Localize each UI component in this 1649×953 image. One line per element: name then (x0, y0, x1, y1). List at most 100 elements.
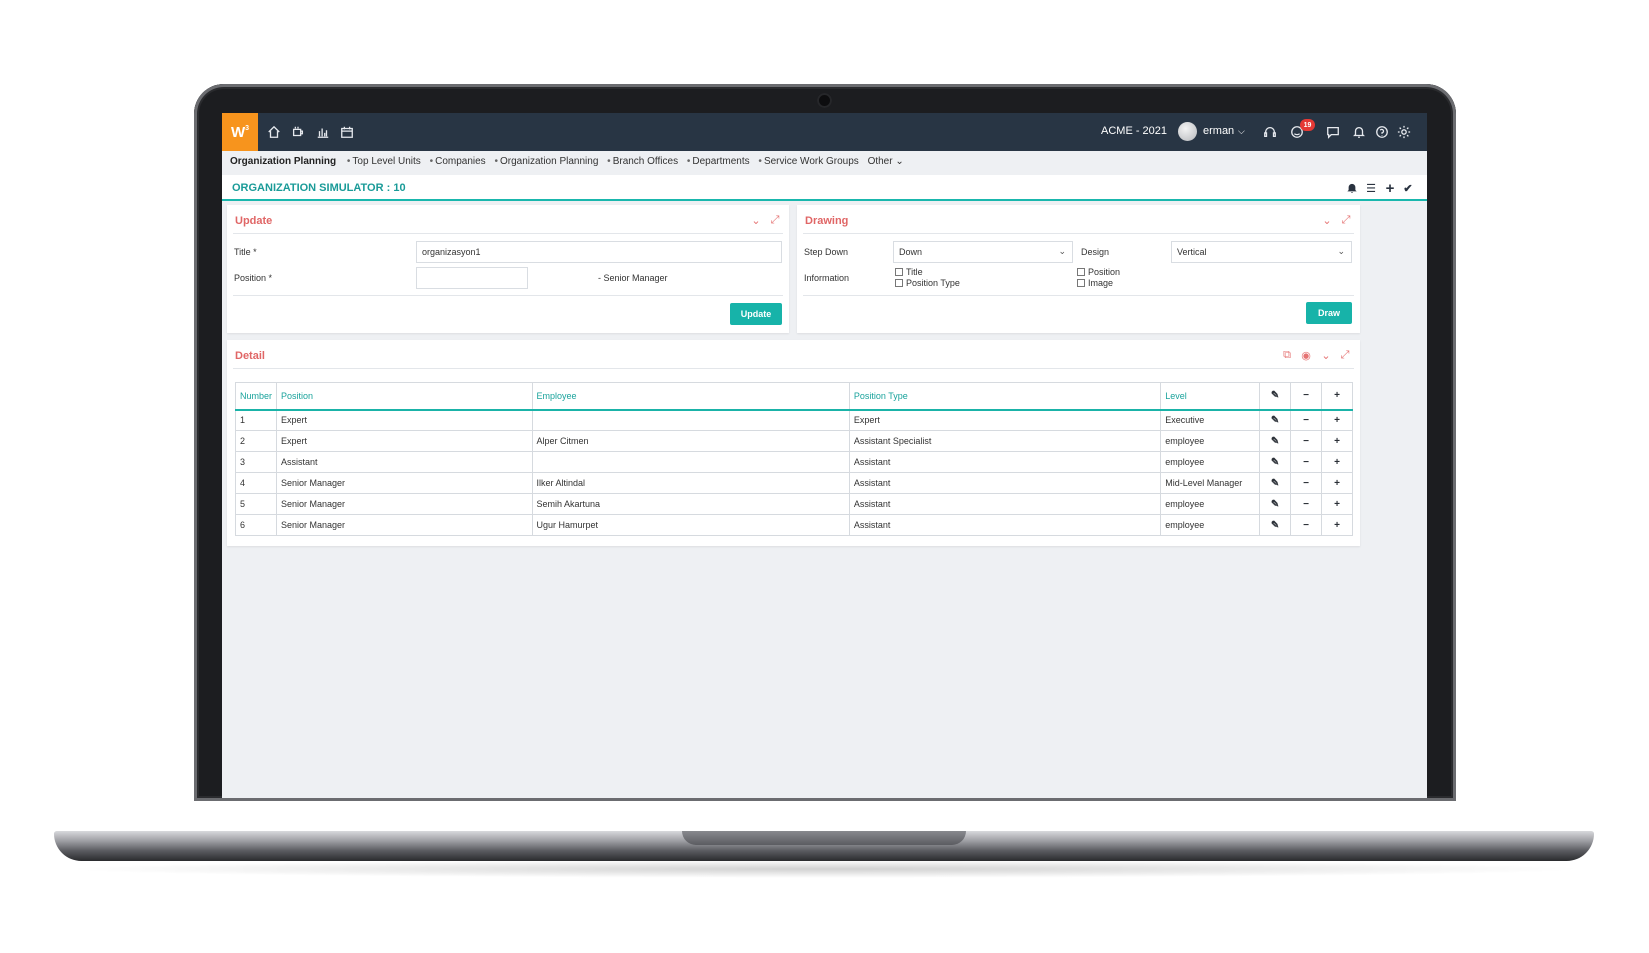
minus-icon[interactable]: − (1290, 514, 1322, 536)
column-header-level[interactable]: Level (1160, 382, 1261, 411)
panel-divider (803, 295, 1354, 296)
chevron-down-icon[interactable]: ⌄ (1319, 348, 1333, 362)
plus-icon[interactable]: + (1321, 472, 1353, 494)
cell-employee: Ugur Hamurpet (531, 514, 850, 536)
coffee-icon[interactable] (290, 124, 306, 140)
cell-position: Expert (276, 430, 533, 452)
export-icon[interactable]: ⧉ (1280, 348, 1294, 362)
chevron-down-icon[interactable]: ⌄ (1320, 213, 1334, 227)
column-header-position-type[interactable]: Position Type (848, 382, 1162, 411)
chevron-down-icon[interactable]: ⌄ (749, 213, 763, 227)
breadcrumb-item[interactable]: Top Level Units (352, 156, 420, 167)
minus-icon[interactable]: − (1290, 409, 1322, 431)
breadcrumb-item[interactable]: Branch Offices (613, 156, 678, 167)
user-menu[interactable]: erman (1203, 125, 1234, 137)
image-checkbox[interactable]: Image (1077, 278, 1113, 288)
plus-icon[interactable]: + (1321, 409, 1353, 431)
step-down-select[interactable]: Down ⌄ (893, 241, 1073, 263)
pencil-icon[interactable]: ✎ (1259, 514, 1292, 536)
help-icon[interactable] (1374, 124, 1390, 140)
detail-panel: Detail ⧉ ◉ ⌄ ⤢ Number Position Employee … (227, 340, 1360, 546)
breadcrumb-item[interactable]: Service Work Groups (764, 156, 859, 167)
plus-icon[interactable]: + (1321, 430, 1353, 452)
checkbox-box[interactable] (895, 279, 903, 287)
avatar[interactable] (1178, 122, 1197, 141)
home-icon[interactable] (266, 124, 282, 140)
detail-table: Number Position Employee Position Type L… (234, 382, 1353, 536)
update-panel-title: Update (235, 215, 273, 227)
cell-level: employee (1160, 514, 1261, 536)
checkbox-box[interactable] (895, 268, 903, 276)
plus-icon[interactable]: + (1321, 514, 1353, 536)
plus-icon[interactable]: + (1321, 382, 1353, 411)
expand-icon[interactable]: ⤢ (1339, 213, 1353, 227)
title-input[interactable]: organizasyon1 (416, 241, 782, 263)
cell-level: Mid-Level Manager (1160, 472, 1261, 494)
minus-icon[interactable]: − (1290, 451, 1322, 473)
pencil-icon[interactable]: ✎ (1259, 451, 1292, 473)
company-selector[interactable]: ACME - 2021 (1101, 125, 1167, 137)
chevron-down-icon[interactable]: ⌵ (1238, 126, 1245, 137)
plus-icon[interactable]: + (1321, 493, 1353, 515)
list-icon[interactable]: ☰ (1364, 181, 1378, 195)
bell-icon[interactable] (1345, 181, 1359, 195)
title-checkbox[interactable]: Title (895, 267, 923, 277)
headset-icon[interactable] (1262, 124, 1278, 140)
breadcrumb-separator: • (494, 156, 498, 167)
table-row: 3 Assistant Assistant employee ✎ − + (234, 451, 1353, 473)
bell-icon[interactable] (1351, 124, 1367, 140)
breadcrumb-item[interactable]: Organization Planning (500, 156, 598, 167)
column-header-number[interactable]: Number (234, 382, 278, 411)
plus-icon[interactable]: + (1321, 451, 1353, 473)
minus-icon[interactable]: − (1290, 493, 1322, 515)
cell-position: Assistant (276, 451, 533, 473)
page-title: ORGANIZATION SIMULATOR : 10 (232, 182, 406, 194)
pencil-icon[interactable]: ✎ (1259, 409, 1292, 431)
pencil-icon[interactable]: ✎ (1259, 493, 1292, 515)
breadcrumb-item[interactable]: Departments (692, 156, 749, 167)
table-row: 1 Expert Expert Executive ✎ − + (234, 409, 1353, 431)
cell-employee: Alper Citmen (531, 430, 850, 452)
cell-level: employee (1160, 493, 1261, 515)
table-row: 6 Senior Manager Ugur Hamurpet Assistant… (234, 514, 1353, 536)
design-select[interactable]: Vertical ⌄ (1171, 241, 1352, 263)
cell-number: 2 (234, 430, 278, 452)
pencil-icon[interactable]: ✎ (1259, 430, 1292, 452)
table-row: 2 Expert Alper Citmen Assistant Speciali… (234, 430, 1353, 452)
plus-icon[interactable]: + (1383, 180, 1397, 197)
checkbox-box[interactable] (1077, 268, 1085, 276)
page-header: ORGANIZATION SIMULATOR : 10 ☰ + ✔ (222, 175, 1427, 201)
app-logo[interactable]: W3 (222, 113, 258, 151)
pencil-icon[interactable]: ✎ (1259, 472, 1292, 494)
cell-position-type: Assistant (848, 451, 1162, 473)
position-checkbox[interactable]: Position (1077, 267, 1120, 277)
minus-icon[interactable]: − (1290, 382, 1322, 411)
minus-icon[interactable]: − (1290, 472, 1322, 494)
pencil-icon[interactable]: ✎ (1259, 382, 1292, 411)
check-icon[interactable]: ✔ (1401, 181, 1415, 195)
breadcrumb-item[interactable]: Companies (435, 156, 486, 167)
bar-chart-icon[interactable] (315, 124, 331, 140)
draw-button[interactable]: Draw (1306, 302, 1352, 324)
update-button[interactable]: Update (730, 303, 782, 325)
cell-position: Senior Manager (276, 472, 533, 494)
column-header-employee[interactable]: Employee (531, 382, 850, 411)
gear-icon[interactable] (1396, 124, 1412, 140)
breadcrumb-item[interactable]: Organization Planning (230, 156, 336, 167)
minus-icon[interactable]: − (1290, 430, 1322, 452)
checkbox-label: Image (1088, 278, 1114, 288)
checkbox-box[interactable] (1077, 279, 1085, 287)
column-header-position[interactable]: Position (276, 382, 533, 411)
chat-icon[interactable] (1325, 124, 1341, 140)
eye-icon[interactable]: ◉ (1299, 348, 1313, 362)
expand-icon[interactable]: ⤢ (768, 213, 782, 227)
position-input[interactable] (416, 267, 528, 289)
logo-sup: 3 (245, 124, 250, 132)
breadcrumb-other-menu[interactable]: Other ⌄ (868, 156, 904, 167)
position-type-checkbox[interactable]: Position Type (895, 278, 960, 288)
calendar-icon[interactable] (339, 124, 355, 140)
expand-icon[interactable]: ⤢ (1338, 348, 1352, 362)
panel-divider (233, 233, 783, 234)
chevron-down-icon: ⌄ (1337, 246, 1345, 256)
breadcrumb-separator: • (429, 156, 434, 167)
